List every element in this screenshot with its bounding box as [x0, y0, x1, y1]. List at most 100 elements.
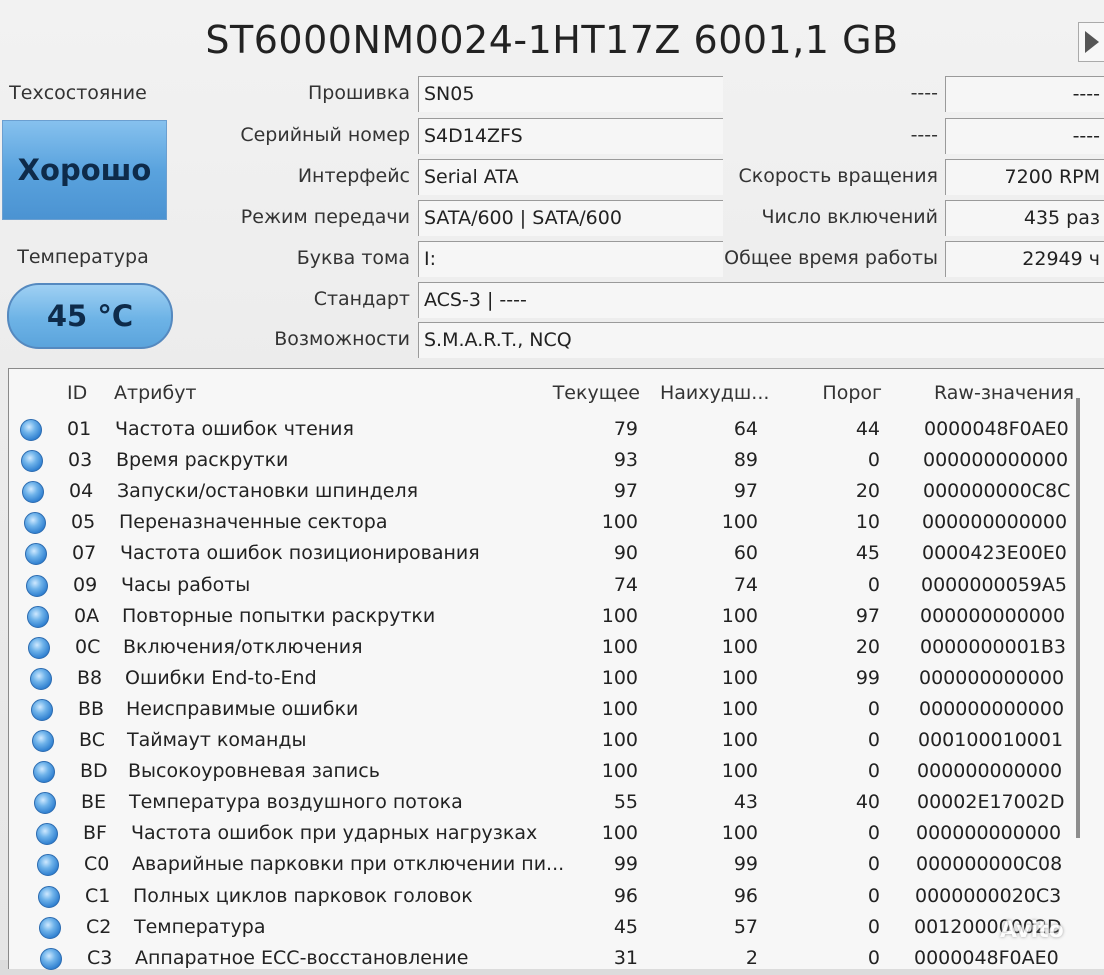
row-raw-value: 000000000000	[919, 698, 1065, 720]
next-drive-button[interactable]	[1078, 22, 1104, 62]
row-id: BB	[78, 698, 105, 720]
row-id: C1	[85, 885, 111, 907]
row-current: 100	[601, 698, 638, 720]
serial-label: Серийный номер	[240, 124, 410, 146]
row-id: 05	[71, 511, 96, 533]
rotation-label: Скорость вращения	[738, 165, 939, 187]
row-current: 100	[601, 729, 638, 751]
row-raw-value: 0000048F0AE0	[924, 418, 1069, 440]
health-status-badge[interactable]: Хорошо	[2, 120, 167, 220]
row-threshold: 0	[867, 760, 880, 782]
status-dot-icon	[37, 854, 59, 876]
row-threshold: 0	[867, 698, 880, 720]
row-id: BE	[81, 791, 107, 813]
status-dot-icon	[27, 606, 49, 628]
row-current: 100	[601, 605, 638, 627]
status-dot-icon	[20, 419, 42, 441]
standard-value: ACS-3 | ----	[418, 282, 1104, 318]
row-current: 100	[601, 636, 638, 658]
row-current: 97	[613, 480, 638, 502]
row-attribute-name: Неисправимые ошибки	[126, 698, 359, 720]
status-dot-icon	[39, 917, 61, 939]
row-raw-value: 000000000000	[917, 760, 1063, 782]
row-threshold: 97	[855, 605, 880, 627]
row-attribute-name: Высокоуровневая запись	[128, 760, 380, 782]
interface-label: Интерфейс	[297, 165, 410, 187]
col-header-raw[interactable]: Raw-значения	[934, 382, 1074, 404]
temperature-badge[interactable]: 45 °C	[7, 283, 173, 349]
transfer-mode-value: SATA/600 | SATA/600	[418, 200, 723, 236]
col-header-attribute[interactable]: Атрибут	[114, 382, 197, 404]
row-id: B8	[77, 667, 103, 689]
status-dot-icon	[36, 823, 58, 845]
status-dot-icon	[24, 512, 46, 534]
row-threshold: 99	[855, 667, 880, 689]
status-dot-icon	[38, 886, 60, 908]
status-dot-icon	[34, 792, 56, 814]
row-attribute-name: Часы работы	[121, 574, 251, 596]
status-dot-icon	[28, 637, 50, 659]
row-attribute-name: Переназначенные сектора	[119, 511, 388, 533]
row-current: 31	[613, 947, 638, 969]
row-raw-value: 000000000000	[923, 449, 1069, 471]
row-current: 96	[613, 885, 638, 907]
power-count-label: Число включений	[761, 206, 938, 228]
row-raw-value: 0000000020C3	[915, 885, 1062, 907]
row-attribute-name: Запуски/остановки шпинделя	[117, 480, 419, 502]
row-raw-value: 0000423E00E0	[922, 542, 1067, 564]
row-attribute-name: Время раскрутки	[116, 449, 289, 471]
row-attribute-name: Полных циклов парковок головок	[133, 885, 473, 907]
row-attribute-name: Ошибки End-to-End	[125, 667, 317, 689]
row-id: BC	[79, 729, 105, 751]
health-label: Техсостояние	[9, 82, 147, 104]
row-raw-value: 000100010001	[918, 729, 1064, 751]
col-header-worst[interactable]: Наихудш...	[660, 382, 769, 404]
status-dot-icon	[40, 948, 62, 970]
row-threshold: 20	[855, 480, 880, 502]
right-row1-value: ----	[945, 76, 1104, 112]
col-header-threshold[interactable]: Порог	[780, 382, 882, 404]
row-threshold: 10	[855, 511, 880, 533]
row-threshold: 20	[855, 636, 880, 658]
row-attribute-name: Повторные попытки раскрутки	[122, 605, 436, 627]
power-count-value: 435 раз	[945, 200, 1104, 236]
row-worst: 99	[733, 853, 758, 875]
status-dot-icon	[25, 543, 47, 565]
firmware-label: Прошивка	[307, 82, 410, 104]
row-id: C3	[87, 947, 113, 969]
row-id: C0	[84, 853, 110, 875]
row-worst: 57	[733, 916, 758, 938]
crystaldiskinfo-window: ST6000NM0024-1HT17Z 6001,1 GB Техсостоян…	[0, 0, 1104, 970]
status-dot-icon	[32, 730, 54, 752]
drive-letter-value: I:	[418, 241, 723, 277]
avito-watermark: Avito	[1000, 918, 1064, 943]
row-worst: 100	[721, 511, 758, 533]
row-raw-value: 00002E17002D	[917, 791, 1065, 813]
row-current: 45	[613, 916, 638, 938]
transfer-mode-label: Режим передачи	[240, 206, 410, 228]
row-worst: 100	[721, 760, 758, 782]
row-current: 100	[601, 760, 638, 782]
col-header-id[interactable]: ID	[67, 382, 87, 404]
features-label: Возможности	[274, 328, 410, 350]
right-row2-label: ----	[910, 124, 938, 146]
drive-letter-label: Буква тома	[296, 247, 410, 269]
row-raw-value: 000000000000	[919, 667, 1065, 689]
row-raw-value: 000000000000	[916, 822, 1062, 844]
row-worst: 64	[733, 418, 758, 440]
row-threshold: 0	[867, 916, 880, 938]
row-threshold: 0	[867, 574, 880, 596]
drive-title: ST6000NM0024-1HT17Z 6001,1 GB	[205, 18, 899, 62]
row-worst: 97	[733, 480, 758, 502]
row-id: 03	[68, 449, 93, 471]
row-attribute-name: Аварийные парковки при отключении пи...	[132, 853, 565, 875]
row-raw-value: 000000000C08	[916, 853, 1063, 875]
row-id: 04	[69, 480, 94, 502]
power-hours-label: Общее время работы	[724, 247, 938, 269]
row-current: 100	[601, 511, 638, 533]
col-header-current[interactable]: Текущее	[540, 382, 640, 404]
right-row1-label: ----	[910, 82, 938, 104]
rotation-value: 7200 RPM	[945, 159, 1104, 195]
row-threshold: 0	[867, 885, 880, 907]
row-worst: 100	[721, 605, 758, 627]
